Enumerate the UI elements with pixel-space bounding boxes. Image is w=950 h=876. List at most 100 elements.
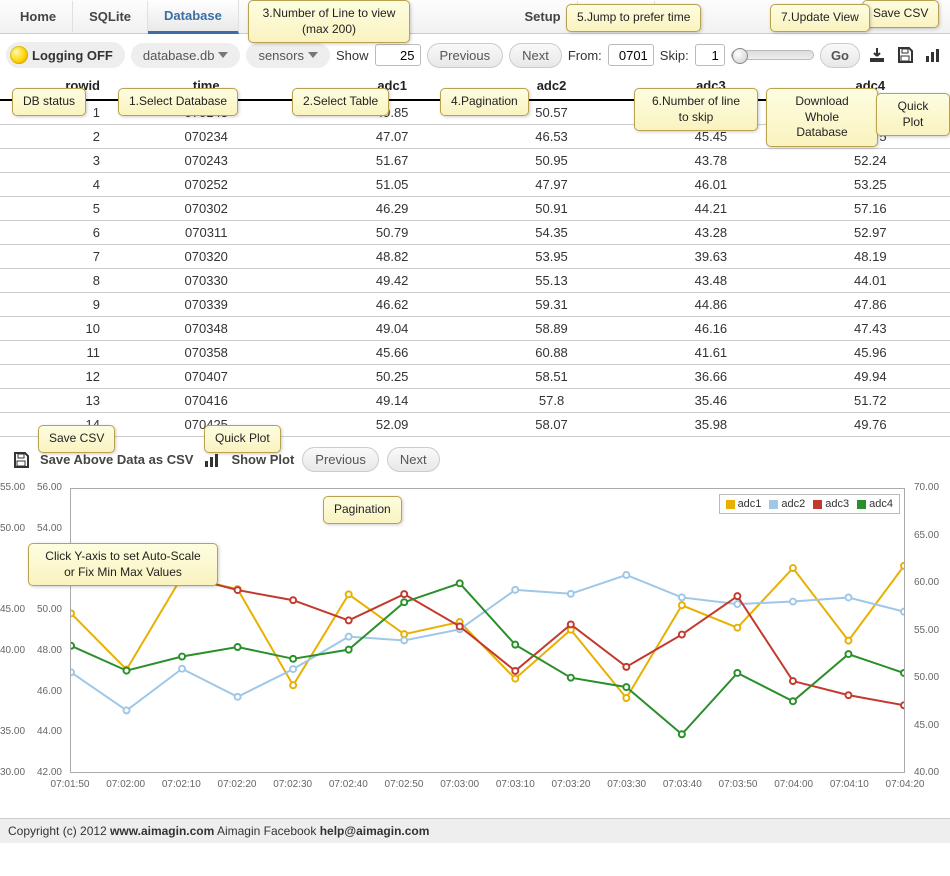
table-cell: 49.04 xyxy=(312,317,471,341)
led-icon xyxy=(10,46,28,64)
menu-home[interactable]: Home xyxy=(4,1,73,32)
table-cell: 39.63 xyxy=(631,245,790,269)
table-cell: 13 xyxy=(0,389,100,413)
table-cell: 50.91 xyxy=(472,197,631,221)
callout-db-status: DB status xyxy=(12,88,86,116)
x-axis-tick: 07:02:40 xyxy=(323,779,373,790)
x-axis-tick: 07:03:30 xyxy=(602,779,652,790)
table-row: 807033049.4255.1343.4844.01 xyxy=(0,269,950,293)
table-row: 1307041649.1457.835.4651.72 xyxy=(0,389,950,413)
menu-sqlite[interactable]: SQLite xyxy=(73,1,148,32)
footer-site-link[interactable]: www.aimagin.com xyxy=(110,824,214,838)
download-db-button[interactable] xyxy=(866,44,888,66)
table-cell: 6 xyxy=(0,221,100,245)
table-cell: 46.16 xyxy=(631,317,790,341)
db-name-label: database.db xyxy=(143,48,215,63)
table-row: 907033946.6259.3144.8647.86 xyxy=(0,293,950,317)
chart-area[interactable] xyxy=(70,488,905,773)
footer: Copyright (c) 2012 www.aimagin.com Aimag… xyxy=(0,818,950,843)
table-cell: 5 xyxy=(0,197,100,221)
slider-knob[interactable] xyxy=(732,48,748,64)
table-cell: 44.21 xyxy=(631,197,790,221)
table-row: 1107035845.6660.8841.6145.96 xyxy=(0,341,950,365)
next-button[interactable]: Next xyxy=(509,43,562,68)
previous-button[interactable]: Previous xyxy=(427,43,504,68)
table-cell: 57.8 xyxy=(472,389,631,413)
legend-adc2: adc2 xyxy=(781,498,805,510)
callout-lines-to-view: 3.Number of Line to view(max 200) xyxy=(248,0,410,43)
table-cell: 49.14 xyxy=(312,389,471,413)
table-cell: 45.66 xyxy=(312,341,471,365)
menu-database[interactable]: Database xyxy=(148,0,239,34)
database-select[interactable]: database.db xyxy=(131,43,241,68)
table-select[interactable]: sensors xyxy=(246,43,330,68)
y-axis-left-tick[interactable]: 35.0044.00 xyxy=(0,726,66,737)
table-row: 1007034849.0458.8946.1647.43 xyxy=(0,317,950,341)
table-cell: 53.25 xyxy=(791,173,950,197)
y-axis-left-tick[interactable]: 40.0048.00 xyxy=(0,645,66,656)
save-csv-label: Save Above Data as CSV xyxy=(40,452,193,467)
table-cell: 070348 xyxy=(100,317,312,341)
table-cell: 9 xyxy=(0,293,100,317)
y-axis-right-tick[interactable]: 45.00 xyxy=(910,720,950,731)
table-cell: 47.43 xyxy=(791,317,950,341)
x-axis-tick: 07:02:50 xyxy=(379,779,429,790)
table-cell: 49.94 xyxy=(791,365,950,389)
y-axis-left-tick[interactable]: 45.0050.00 xyxy=(0,604,66,615)
plot-previous-button[interactable]: Previous xyxy=(302,447,379,472)
table-cell: 49.42 xyxy=(312,269,471,293)
y-axis-left-tick[interactable]: 50.0054.00 xyxy=(0,523,66,534)
callout-jump-time: 5.Jump to prefer time xyxy=(566,4,701,32)
table-cell: 59.31 xyxy=(472,293,631,317)
chevron-down-icon xyxy=(218,52,228,58)
from-time-input[interactable] xyxy=(608,44,654,66)
table-cell: 47.86 xyxy=(791,293,950,317)
table-cell: 52.97 xyxy=(791,221,950,245)
callout-select-db: 1.Select Database xyxy=(118,88,238,116)
x-axis-tick: 07:03:00 xyxy=(435,779,485,790)
x-axis-tick: 07:02:30 xyxy=(268,779,318,790)
table-cell: 52.24 xyxy=(791,149,950,173)
skip-slider[interactable] xyxy=(731,50,814,60)
table-cell: 12 xyxy=(0,365,100,389)
table-row: 1207040750.2558.5136.6649.94 xyxy=(0,365,950,389)
y-axis-left-tick[interactable]: 46.00 xyxy=(0,686,66,697)
logging-status-label: Logging OFF xyxy=(32,48,113,63)
y-axis-right-tick[interactable]: 65.00 xyxy=(910,530,950,541)
table-cell: 50.25 xyxy=(312,365,471,389)
footer-email-link[interactable]: help@aimagin.com xyxy=(320,824,430,838)
callout-quick-plot: Quick Plot xyxy=(876,93,950,136)
table-cell: 2 xyxy=(0,125,100,149)
x-axis-tick: 07:04:20 xyxy=(880,779,930,790)
y-axis-left-tick[interactable]: 55.0056.00 xyxy=(0,482,66,493)
table-cell: 48.82 xyxy=(312,245,471,269)
footer-text: Aimagin Facebook xyxy=(214,824,319,838)
table-cell: 55.13 xyxy=(472,269,631,293)
table-cell: 10 xyxy=(0,317,100,341)
go-button[interactable]: Go xyxy=(820,43,860,68)
y-axis-right-tick[interactable]: 55.00 xyxy=(910,625,950,636)
quick-plot-button[interactable] xyxy=(922,44,944,66)
save-csv-button-2[interactable] xyxy=(10,449,32,471)
y-axis-left-tick[interactable]: 30.0042.00 xyxy=(0,767,66,778)
logging-status[interactable]: Logging OFF xyxy=(6,42,125,68)
table-row: 607031150.7954.3543.2852.97 xyxy=(0,221,950,245)
plot-next-button[interactable]: Next xyxy=(387,447,440,472)
save-csv-button[interactable] xyxy=(894,44,916,66)
table-cell: 43.78 xyxy=(631,149,790,173)
show-lines-input[interactable] xyxy=(375,44,421,66)
y-axis-right-tick[interactable]: 50.00 xyxy=(910,672,950,683)
table-cell: 43.28 xyxy=(631,221,790,245)
y-axis-right-tick[interactable]: 60.00 xyxy=(910,577,950,588)
table-cell: 52.09 xyxy=(312,413,471,437)
table-name-label: sensors xyxy=(258,48,304,63)
show-label: Show xyxy=(336,48,369,63)
table-cell: 070302 xyxy=(100,197,312,221)
x-axis-tick: 07:02:10 xyxy=(156,779,206,790)
y-axis-right-tick[interactable]: 40.00 xyxy=(910,767,950,778)
footer-copyright: Copyright (c) 2012 xyxy=(8,824,110,838)
y-axis-right-tick[interactable]: 70.00 xyxy=(910,482,950,493)
table-cell: 36.66 xyxy=(631,365,790,389)
plot-toolbar: Save Above Data as CSV Show Plot Previou… xyxy=(0,437,950,478)
skip-input[interactable] xyxy=(695,44,725,66)
